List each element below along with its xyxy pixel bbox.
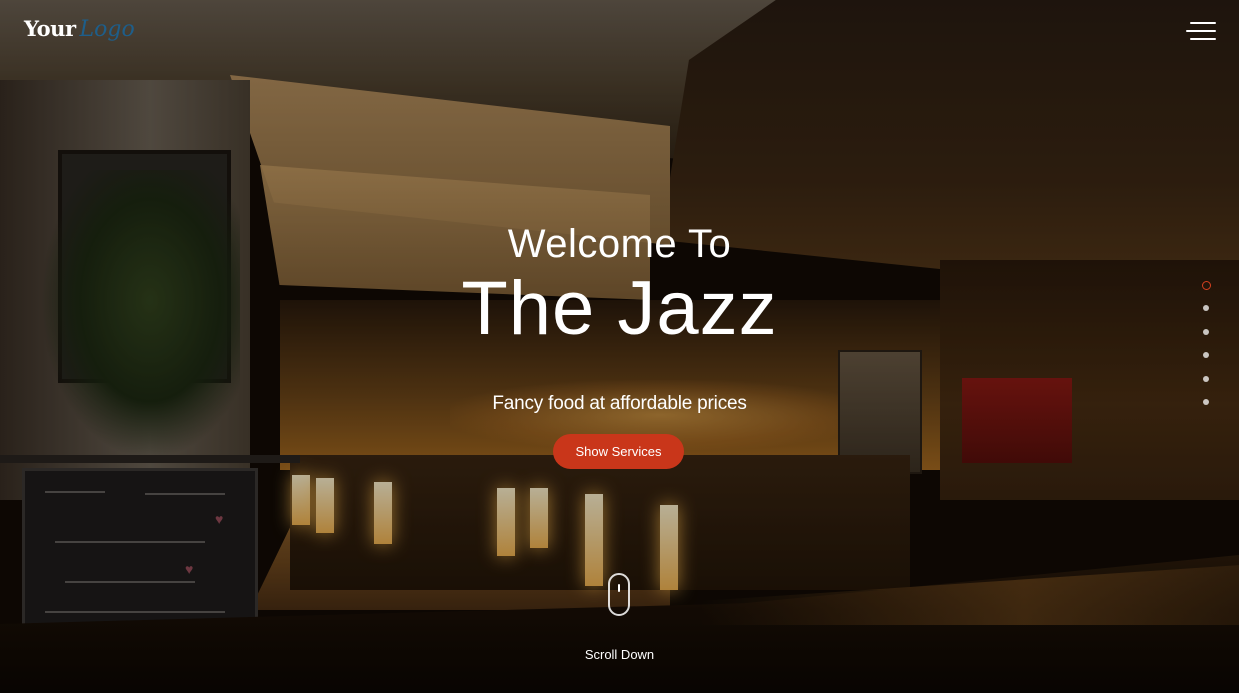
slide-dot-6[interactable]	[1203, 399, 1209, 405]
slide-dot-2[interactable]	[1203, 305, 1209, 311]
logo-text: Your	[24, 16, 76, 41]
slide-dot-3[interactable]	[1203, 328, 1209, 335]
hero-welcome-text: Welcome To	[507, 222, 732, 266]
logo-script-text: Logo	[79, 17, 135, 42]
slide-nav-dots	[1199, 281, 1213, 423]
site-logo[interactable]: Your Logo	[24, 16, 135, 42]
slide-dot-5[interactable]	[1203, 375, 1209, 382]
hamburger-menu-icon[interactable]	[1186, 20, 1216, 42]
hero-title: The Jazz	[461, 266, 778, 351]
hero-tagline: Fancy food at affordable prices	[492, 393, 747, 414]
slide-dot-4[interactable]	[1203, 352, 1209, 358]
mouse-scroll-icon[interactable]	[608, 573, 630, 616]
slide-dot-1[interactable]	[1201, 281, 1211, 290]
scroll-down-label[interactable]: Scroll Down	[0, 647, 1239, 662]
hero-section: ♥ ♥ Your Logo Welcome To The Jazz Fancy …	[0, 0, 1239, 693]
show-services-button[interactable]: Show Services	[553, 434, 684, 469]
